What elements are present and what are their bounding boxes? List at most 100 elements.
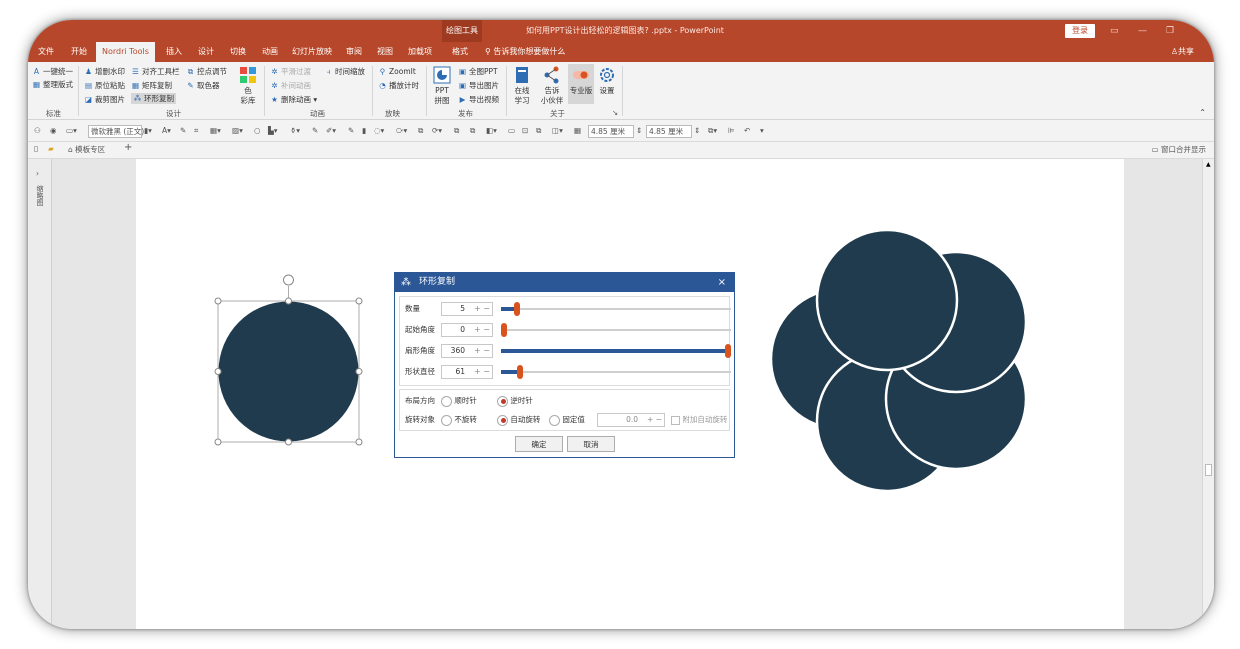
- resize-handle[interactable]: [214, 368, 222, 375]
- tab-insert[interactable]: 插入: [166, 42, 182, 62]
- tab-view[interactable]: 视图: [377, 42, 393, 62]
- tab-review[interactable]: 审阅: [346, 42, 362, 62]
- scroll-down-icon[interactable]: ▼: [1206, 614, 1211, 621]
- group-icon[interactable]: ⧉: [470, 125, 475, 137]
- template-zone-tab[interactable]: ⌂ 模板专区: [68, 144, 105, 155]
- source-circle[interactable]: [218, 301, 359, 442]
- scrollbar-thumb[interactable]: [1205, 464, 1212, 476]
- align-toolbar-button[interactable]: ☰ 对齐工具栏: [131, 66, 179, 77]
- color-picker-button[interactable]: ✎ 取色器: [186, 80, 219, 91]
- sector-angle-stepper[interactable]: 360 + −: [441, 344, 493, 358]
- folder-icon[interactable]: ▰: [48, 144, 54, 153]
- resize-handle[interactable]: [285, 438, 292, 446]
- shadow-icon[interactable]: ⧂▾: [396, 125, 407, 137]
- quantity-slider[interactable]: [501, 302, 731, 316]
- settings-button[interactable]: 设置: [596, 66, 618, 96]
- chart-icon[interactable]: ▮: [362, 125, 366, 137]
- quantity-stepper[interactable]: 5 + −: [441, 302, 493, 316]
- close-icon[interactable]: ×: [718, 273, 726, 292]
- radio-auto-rotate[interactable]: 自动旋转: [497, 411, 540, 429]
- tab-format[interactable]: 格式: [452, 42, 468, 62]
- ring-circle[interactable]: [815, 228, 959, 372]
- plus-minus-icon[interactable]: + −: [474, 345, 490, 357]
- play-timer-button[interactable]: ◔ 播放计时: [378, 80, 419, 91]
- delete-animation-button[interactable]: ★ 删除动画 ▾: [270, 94, 317, 105]
- group-expand-icon[interactable]: ↘: [612, 108, 618, 117]
- tell-friends-button[interactable]: 告诉 小伙伴: [538, 66, 566, 106]
- tab-design[interactable]: 设计: [198, 42, 214, 62]
- outline-icon[interactable]: ✐▾: [326, 125, 336, 137]
- font-select[interactable]: 微软雅黑 (正文): [88, 125, 144, 138]
- handle-adjust-button[interactable]: ⧉ 控点调节: [186, 66, 227, 77]
- radio-clockwise[interactable]: 顺时针: [441, 392, 477, 410]
- rotate-icon[interactable]: ⟳▾: [432, 125, 442, 137]
- matrix-copy-button[interactable]: ▦ 矩阵复制: [131, 80, 172, 91]
- slider-thumb[interactable]: [514, 302, 520, 316]
- ribbon-display-icon[interactable]: ▭: [1110, 20, 1119, 42]
- shape-icon[interactable]: ⚇: [34, 125, 41, 137]
- unify-button[interactable]: A 一键统一: [32, 66, 73, 77]
- zoomit-button[interactable]: ⚲ ZoomIt: [378, 66, 416, 77]
- merge-windows-button[interactable]: ▭ 窗口合并显示: [1152, 144, 1206, 155]
- new-document-icon[interactable]: ▯: [34, 144, 38, 153]
- collapse-ribbon-icon[interactable]: ⌃: [1199, 108, 1206, 117]
- align-left-icon[interactable]: ⊫: [728, 125, 735, 137]
- slider-thumb[interactable]: [517, 365, 523, 379]
- fill-icon[interactable]: ▙▾: [268, 125, 278, 137]
- time-scale-button[interactable]: ⫞ 时间缩放: [324, 66, 365, 77]
- vertical-scrollbar[interactable]: ▲ ▼: [1202, 159, 1214, 629]
- tab-addins[interactable]: 加载项: [408, 42, 432, 62]
- login-button[interactable]: 登录: [1065, 24, 1095, 38]
- plus-minus-icon[interactable]: + −: [647, 414, 662, 426]
- full-image-ppt-button[interactable]: ▣ 全图PPT: [458, 66, 498, 77]
- plus-minus-icon[interactable]: + −: [474, 366, 490, 378]
- plus-minus-icon[interactable]: + −: [474, 324, 490, 336]
- distribute-icon[interactable]: ⧉▾: [708, 125, 717, 137]
- slider-thumb[interactable]: [501, 323, 507, 337]
- arrange-icon[interactable]: ⧉: [454, 125, 459, 137]
- ring-copy-button[interactable]: ⁂ 环形复制: [131, 93, 176, 104]
- export-video-button[interactable]: ▶ 导出视频: [458, 94, 499, 105]
- tab-animations[interactable]: 动画: [262, 42, 278, 62]
- pen-icon[interactable]: ✎: [348, 125, 354, 137]
- smooth-transition-button[interactable]: ✲ 平滑过渡: [270, 66, 311, 77]
- layer-icon[interactable]: ◧▾: [486, 125, 497, 137]
- rotate-handle-icon[interactable]: [283, 274, 294, 286]
- table-icon[interactable]: ▦▾: [210, 125, 221, 137]
- minimize-icon[interactable]: —: [1138, 20, 1147, 42]
- slider-thumb[interactable]: [725, 344, 731, 358]
- resize-handle[interactable]: [355, 438, 363, 446]
- start-angle-stepper[interactable]: 0 + −: [441, 323, 493, 337]
- paint-bucket-icon[interactable]: ⚱▾: [290, 125, 300, 137]
- watermark-button[interactable]: ♟ 增删水印: [84, 66, 125, 77]
- undo-format-icon[interactable]: ↶: [744, 125, 750, 137]
- diameter-stepper[interactable]: 61 + −: [441, 365, 493, 379]
- pro-version-button[interactable]: 专业版: [568, 64, 594, 104]
- resize-handle[interactable]: [214, 297, 222, 305]
- scroll-up-icon[interactable]: ▲: [1206, 161, 1211, 168]
- align-objects-icon[interactable]: ⧉: [536, 125, 541, 137]
- cancel-button[interactable]: 取消: [567, 436, 615, 452]
- tab-nordri-tools[interactable]: Nordri Tools: [96, 42, 155, 62]
- tidy-layout-button[interactable]: ▦ 整理版式: [32, 79, 73, 90]
- frame-icon[interactable]: ▭: [508, 125, 515, 137]
- resize-handle[interactable]: [214, 438, 222, 446]
- textbox-icon[interactable]: ▭▾: [66, 125, 77, 137]
- eyedropper-icon[interactable]: ✎: [312, 125, 318, 137]
- grid-icon[interactable]: ⌗: [194, 125, 198, 137]
- more-icon[interactable]: ▾: [760, 125, 764, 137]
- resize-handle[interactable]: [285, 297, 292, 305]
- tab-file[interactable]: 文件: [38, 42, 54, 62]
- share-button[interactable]: ♙共享: [1171, 42, 1194, 62]
- plus-minus-icon[interactable]: + −: [474, 303, 490, 315]
- font-size-icon[interactable]: ▮▾: [144, 125, 152, 137]
- restore-icon[interactable]: ❐: [1166, 20, 1174, 42]
- eye-icon[interactable]: ◉: [50, 125, 57, 137]
- tab-transitions[interactable]: 切换: [230, 42, 246, 62]
- extra-rotate-checkbox[interactable]: 附加自动旋转: [671, 411, 727, 429]
- effects-icon[interactable]: ◌▾: [374, 125, 384, 137]
- width-stepper-icon[interactable]: ⇕: [636, 125, 642, 137]
- diameter-slider[interactable]: [501, 365, 731, 379]
- paste-in-place-button[interactable]: ▤ 原位粘贴: [84, 80, 125, 91]
- selection-icon[interactable]: ⊡: [522, 125, 528, 137]
